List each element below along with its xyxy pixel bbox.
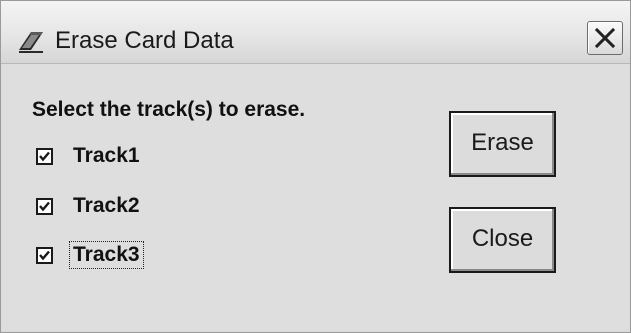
check-mark-icon <box>39 250 50 261</box>
instructions-label: Select the track(s) to erase. <box>32 98 306 121</box>
close-icon <box>594 27 616 49</box>
window-close-button[interactable] <box>587 21 623 55</box>
track2-checkbox[interactable] <box>36 198 53 215</box>
track3-checkbox-row[interactable]: Track3 <box>36 241 206 271</box>
track1-label: Track1 <box>73 144 140 167</box>
track2-checkbox-row[interactable]: Track2 <box>36 192 206 222</box>
track1-checkbox-row[interactable]: Track1 <box>36 142 206 172</box>
eraser-icon <box>17 28 45 54</box>
track1-checkbox[interactable] <box>36 148 53 165</box>
track3-label: Track3 <box>69 241 144 269</box>
dialog-body: Select the track(s) to erase. Track1 Tra… <box>2 64 629 330</box>
check-mark-icon <box>39 151 50 162</box>
close-button[interactable]: Close <box>449 207 556 273</box>
check-mark-icon <box>39 201 50 212</box>
erase-button[interactable]: Erase <box>449 111 556 177</box>
window-title: Erase Card Data <box>55 27 234 54</box>
title-bar[interactable]: Erase Card Data <box>1 1 630 64</box>
track2-label: Track2 <box>73 194 140 217</box>
track3-checkbox[interactable] <box>36 247 53 264</box>
erase-card-data-window: Erase Card Data Select the track(s) to e… <box>0 0 631 333</box>
